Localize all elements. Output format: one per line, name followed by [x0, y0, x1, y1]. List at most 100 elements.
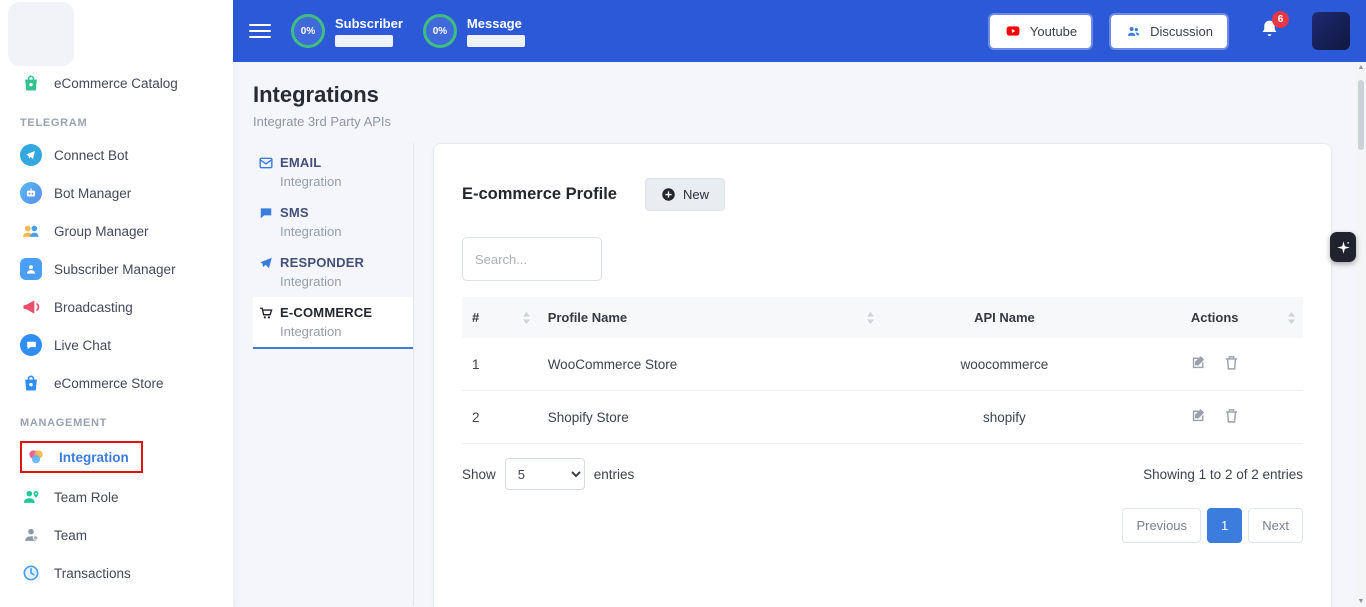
- row-api-name: woocommerce: [882, 338, 1126, 391]
- header-label: API Name: [974, 310, 1035, 325]
- tab-ecommerce-integration[interactable]: E-COMMERCE Integration: [253, 297, 413, 349]
- header-label: Actions: [1191, 310, 1239, 325]
- ai-assistant-button[interactable]: [1330, 232, 1356, 262]
- bell-icon: [1259, 26, 1280, 43]
- sidebar-item-bot-manager[interactable]: Bot Manager: [0, 174, 233, 212]
- page-subtitle: Integrate 3rd Party APIs: [253, 114, 1332, 129]
- scrollbar-thumb[interactable]: [1358, 80, 1364, 150]
- clock-icon: [20, 562, 42, 584]
- header-actions[interactable]: Actions: [1126, 297, 1303, 338]
- sidebar-item-ecommerce-store[interactable]: eCommerce Store: [0, 364, 233, 402]
- discussion-button[interactable]: Discussion: [1111, 15, 1227, 48]
- avatar[interactable]: [1312, 12, 1350, 50]
- row-num: 2: [462, 391, 538, 444]
- tab-sublabel: Integration: [280, 324, 405, 339]
- progress-ring-subscriber: 0%: [291, 14, 325, 48]
- sidebar-item-group-manager[interactable]: Group Manager: [0, 212, 233, 250]
- sidebar-item-team-role[interactable]: Team Role: [0, 478, 233, 516]
- tab-sms-integration[interactable]: SMS Integration: [253, 197, 413, 247]
- next-page-button[interactable]: Next: [1248, 508, 1303, 543]
- logo-watermark: [8, 2, 74, 66]
- sidebar-item-ecommerce-catalog[interactable]: eCommerce Catalog: [0, 64, 233, 102]
- sidebar-item-subscriber-manager[interactable]: Subscriber Manager: [0, 250, 233, 288]
- notifications-bell[interactable]: 6: [1259, 18, 1280, 44]
- users-icon: [20, 220, 42, 242]
- sidebar-item-label: Live Chat: [54, 338, 111, 353]
- tab-label: RESPONDER: [280, 255, 364, 270]
- app-logo: [0, 0, 233, 58]
- entries-label: entries: [594, 467, 635, 482]
- sidebar-item-connect-bot[interactable]: Connect Bot: [0, 136, 233, 174]
- new-profile-button[interactable]: New: [645, 178, 725, 211]
- new-button-label: New: [683, 187, 709, 202]
- previous-page-button[interactable]: Previous: [1122, 508, 1201, 543]
- tab-responder-integration[interactable]: RESPONDER Integration: [253, 247, 413, 297]
- chat-icon: [20, 334, 42, 356]
- sidebar-item-label: Bot Manager: [54, 186, 131, 201]
- hamburger-menu-icon[interactable]: [249, 24, 271, 38]
- scroll-down-icon[interactable]: ▼: [1358, 598, 1365, 605]
- sort-icon[interactable]: [1287, 311, 1296, 324]
- sidebar-item-transactions[interactable]: Transactions: [0, 554, 233, 592]
- search-input[interactable]: [462, 237, 602, 281]
- robot-icon: [20, 182, 42, 204]
- message-progress-label: Message: [467, 16, 525, 31]
- card-title: E-commerce Profile: [462, 185, 617, 204]
- youtube-button[interactable]: Youtube: [990, 15, 1091, 48]
- table-row: 1 WooCommerce Store woocommerce: [462, 338, 1303, 391]
- sidebar-item-label: Connect Bot: [54, 148, 128, 163]
- sidebar-item-label: eCommerce Store: [54, 376, 164, 391]
- sidebar-item-label: Team Role: [54, 490, 119, 505]
- integration-tabs: EMAIL Integration SMS Integration: [253, 143, 414, 606]
- scroll-up-icon[interactable]: ▲: [1358, 64, 1365, 71]
- subscriber-progress-widget: 0% Subscriber: [291, 14, 403, 48]
- envelope-icon: [259, 156, 273, 170]
- sidebar-item-live-chat[interactable]: Live Chat: [0, 326, 233, 364]
- tab-label: E-COMMERCE: [280, 305, 372, 320]
- sidebar-item-label: Transactions: [54, 566, 131, 581]
- tab-sublabel: Integration: [280, 224, 405, 239]
- header-profile-name[interactable]: Profile Name: [538, 297, 883, 338]
- progress-ring-message: 0%: [423, 14, 457, 48]
- subscriber-icon: [20, 258, 42, 280]
- send-icon: [259, 256, 273, 270]
- notification-count-badge: 6: [1272, 11, 1289, 28]
- page-size-select[interactable]: 5: [505, 458, 585, 490]
- header-api-name[interactable]: API Name: [882, 297, 1126, 338]
- edit-button[interactable]: [1184, 354, 1213, 371]
- sidebar-item-label: eCommerce Catalog: [54, 76, 178, 91]
- header-label: #: [472, 310, 479, 325]
- table-header-row: # Profile Name API Name Actions: [462, 297, 1303, 338]
- annotation-box: Integration: [20, 441, 143, 473]
- tab-sublabel: Integration: [280, 174, 405, 189]
- sidebar-item-label: Broadcasting: [54, 300, 133, 315]
- store-bag-icon: [20, 372, 42, 394]
- tab-email-integration[interactable]: EMAIL Integration: [253, 147, 413, 197]
- sort-icon[interactable]: [522, 311, 531, 324]
- delete-button[interactable]: [1217, 407, 1246, 424]
- table-row: 2 Shopify Store shopify: [462, 391, 1303, 444]
- redacted-value: [335, 35, 393, 47]
- discussion-button-label: Discussion: [1150, 24, 1213, 39]
- sidebar-item-team[interactable]: Team: [0, 516, 233, 554]
- row-api-name: shopify: [882, 391, 1126, 444]
- youtube-button-label: Youtube: [1030, 24, 1077, 39]
- delete-button[interactable]: [1217, 354, 1246, 371]
- row-num: 1: [462, 338, 538, 391]
- sidebar-item-integration[interactable]: Integration: [0, 436, 233, 478]
- page-1-button[interactable]: 1: [1207, 508, 1242, 543]
- sidebar-item-broadcasting[interactable]: Broadcasting: [0, 288, 233, 326]
- ecommerce-profile-card: E-commerce Profile New #: [433, 143, 1332, 607]
- edit-button[interactable]: [1184, 407, 1213, 424]
- integration-circles-icon: [25, 446, 47, 468]
- tab-label: EMAIL: [280, 155, 321, 170]
- megaphone-icon: [20, 296, 42, 318]
- discussion-people-icon: [1125, 24, 1142, 39]
- main-content: Integrations Integrate 3rd Party APIs EM…: [233, 62, 1366, 607]
- tab-label: SMS: [280, 205, 309, 220]
- sparkle-icon: [1336, 240, 1351, 255]
- sort-icon[interactable]: [866, 311, 875, 324]
- header-num[interactable]: #: [462, 297, 538, 338]
- sidebar: eCommerce Catalog TELEGRAM Connect Bot B…: [0, 0, 233, 607]
- showing-entries-text: Showing 1 to 2 of 2 entries: [1143, 467, 1303, 482]
